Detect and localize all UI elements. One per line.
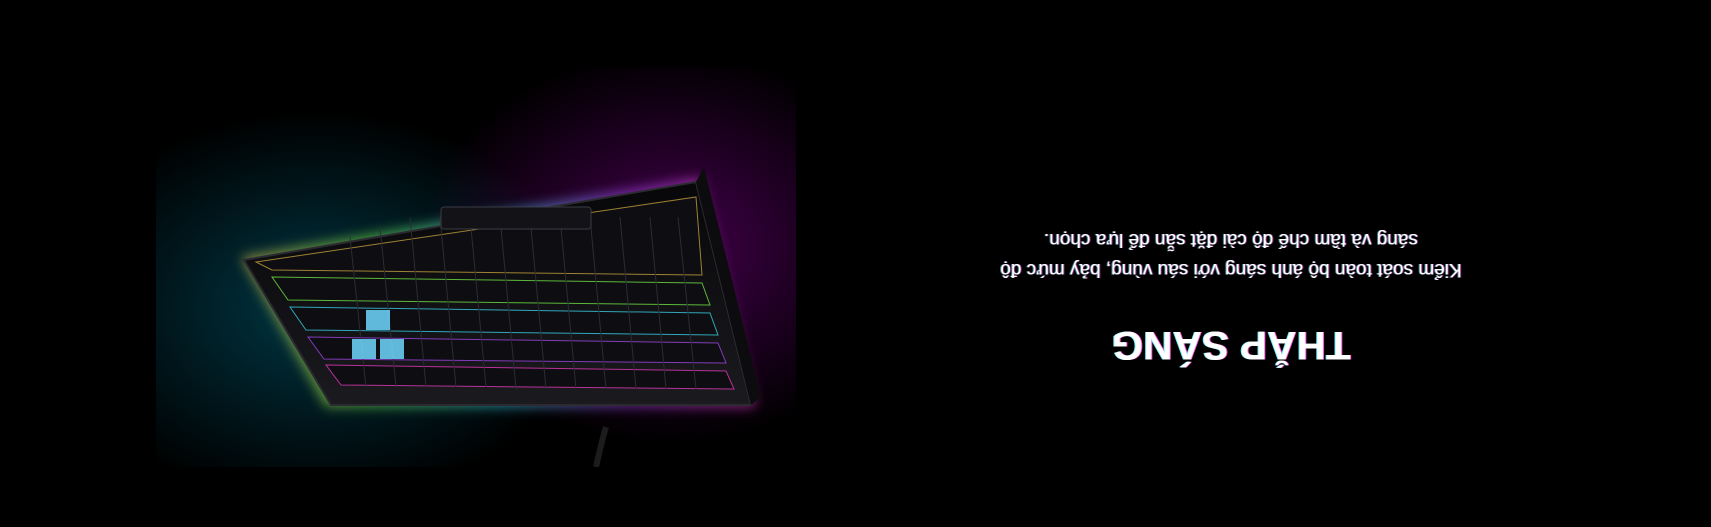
lighting-feature-banner: THẮP SÁNG Kiểm soát toàn bộ ánh sáng với… [0, 0, 1711, 527]
feature-title: THẮP SÁNG [1111, 323, 1351, 367]
feature-description: Kiểm soát toàn bộ ánh sáng với sáu vùng,… [1000, 229, 1462, 280]
spacebar [440, 206, 592, 230]
keyboard-cable [593, 426, 609, 467]
keyboard-product-image [156, 67, 796, 467]
keyboard-illustration [241, 167, 761, 467]
feature-copy: THẮP SÁNG Kiểm soát toàn bộ ánh sáng với… [981, 224, 1481, 367]
